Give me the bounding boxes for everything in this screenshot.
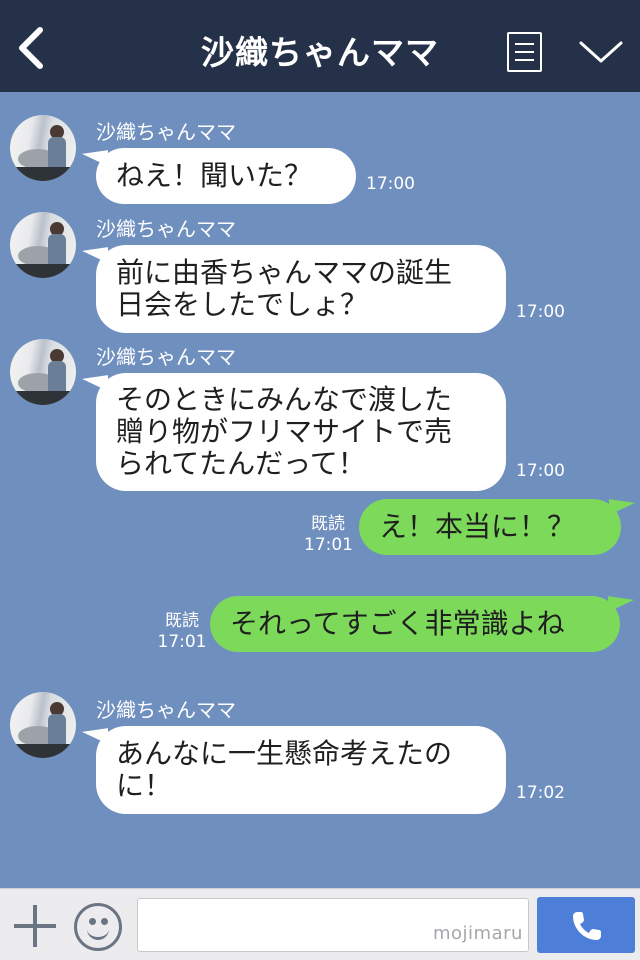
read-label: 既読 bbox=[165, 611, 199, 631]
message-line: あんなに一生懸命考えたの bbox=[116, 737, 453, 770]
incoming-message-bubble[interactable]: 前に由香ちゃんママの誕生 日会をしたでしょ？ bbox=[96, 245, 506, 333]
sender-name: 沙織ちゃんママ bbox=[96, 698, 236, 722]
sender-name: 沙織ちゃんママ bbox=[96, 120, 236, 144]
sender-avatar[interactable] bbox=[10, 339, 76, 405]
message-line: え！本当に！？ bbox=[379, 510, 576, 543]
message-line: られてたんだって！ bbox=[116, 447, 366, 480]
sender-name: 沙織ちゃんママ bbox=[96, 217, 236, 241]
smiley-icon[interactable] bbox=[74, 903, 122, 951]
phone-icon bbox=[573, 912, 601, 940]
incoming-message-bubble[interactable]: ねえ！聞いた？ bbox=[96, 148, 356, 204]
call-button[interactable] bbox=[537, 897, 635, 953]
message-time: 17:00 bbox=[366, 174, 415, 194]
message-line: 贈り物がフリマサイトで売 bbox=[116, 415, 453, 448]
outgoing-message-bubble[interactable]: え！本当に！？ bbox=[359, 499, 621, 555]
sender-avatar[interactable] bbox=[10, 212, 76, 278]
read-receipt: 既読 17:01 bbox=[304, 514, 353, 556]
message-time: 17:00 bbox=[516, 461, 565, 481]
notes-icon[interactable] bbox=[507, 32, 542, 72]
read-label: 既読 bbox=[311, 514, 345, 534]
incoming-message-bubble[interactable]: そのときにみんなで渡した 贈り物がフリマサイトで売 られてたんだって！ bbox=[96, 373, 506, 491]
message-time: 17:00 bbox=[516, 302, 565, 322]
message-line: 日会をしたでしょ？ bbox=[116, 288, 369, 321]
message-time: 17:02 bbox=[516, 783, 565, 803]
sender-avatar[interactable] bbox=[10, 115, 76, 181]
sender-avatar[interactable] bbox=[10, 692, 76, 758]
message-time: 17:01 bbox=[304, 535, 353, 555]
read-receipt: 既読 17:01 bbox=[154, 611, 210, 653]
input-bar: mojimaru bbox=[0, 888, 640, 960]
chat-title: 沙織ちゃんママ bbox=[201, 33, 439, 72]
incoming-message-bubble[interactable]: あんなに一生懸命考えたの に！ bbox=[96, 726, 506, 814]
message-line: そのときにみんなで渡した bbox=[116, 383, 453, 416]
message-line: ねえ！聞いた？ bbox=[116, 159, 313, 192]
message-line: に！ bbox=[116, 769, 173, 802]
message-line: 前に由香ちゃんママの誕生 bbox=[116, 256, 453, 289]
message-line: それってすごく非常識よね bbox=[230, 607, 565, 640]
chevron-down-icon[interactable] bbox=[578, 38, 624, 66]
message-time: 17:01 bbox=[157, 632, 207, 652]
watermark: mojimaru bbox=[433, 923, 523, 944]
plus-icon[interactable] bbox=[14, 905, 56, 947]
chat-header: 沙織ちゃんママ bbox=[0, 0, 640, 92]
outgoing-message-bubble[interactable]: それってすごく非常識よね bbox=[210, 596, 620, 652]
sender-name: 沙織ちゃんママ bbox=[96, 345, 236, 369]
message-list[interactable]: 沙織ちゃんママ ねえ！聞いた？ 17:00 沙織ちゃんママ 前に由香ちゃんママの… bbox=[0, 92, 640, 888]
